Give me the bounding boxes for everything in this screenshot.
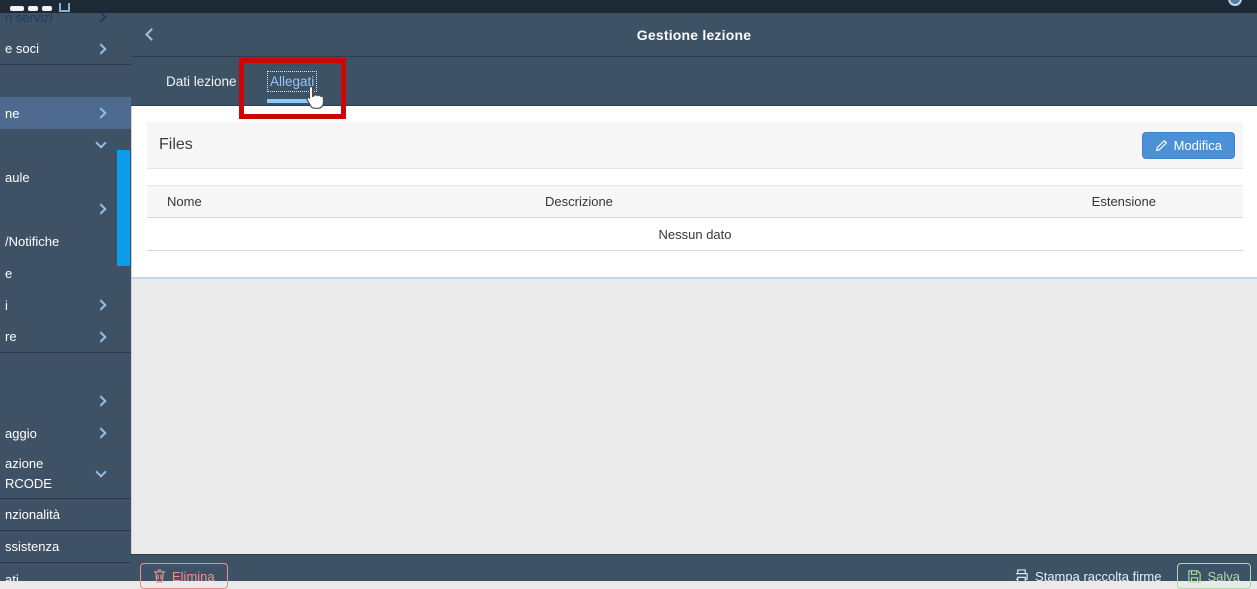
print-signatures-button[interactable]: Stampa raccolta firme: [1014, 569, 1161, 584]
sidebar-item[interactable]: aggio: [0, 417, 131, 449]
pencil-icon: [1155, 139, 1167, 151]
sidebar-item-label: i: [5, 297, 8, 313]
edit-button[interactable]: Modifica: [1141, 131, 1235, 159]
tab-label: Allegati: [266, 71, 318, 92]
active-tab-underline: [267, 99, 313, 103]
save-button[interactable]: Salva: [1177, 563, 1251, 589]
sidebar-item[interactable]: e: [0, 257, 131, 289]
chevron-right-icon: [95, 107, 107, 119]
files-table-header: Nome Descrizione Estensione: [147, 185, 1243, 218]
sidebar-item[interactable]: ati: [0, 563, 131, 582]
sidebar-item-label: ati: [5, 571, 19, 582]
chevron-right-icon: [95, 395, 107, 407]
sidebar-item-label: e soci: [5, 41, 39, 56]
shell-icon: [59, 3, 70, 12]
tab-label: Dati lezione: [166, 74, 237, 89]
sidebar-item[interactable]: e soci: [0, 33, 131, 65]
save-button-label: Salva: [1207, 568, 1240, 584]
sidebar-item[interactable]: aule: [0, 161, 131, 193]
sidebar-item[interactable]: [0, 385, 131, 417]
page-background: [131, 279, 1257, 567]
column-header-estensione: Estensione: [1091, 194, 1156, 209]
sidebar-item[interactable]: ri servizi: [0, 13, 131, 33]
chevron-right-icon: [95, 299, 107, 311]
chevron-right-icon: [95, 427, 107, 439]
sidebar-item-label: ne: [5, 105, 20, 121]
column-header-descrizione: Descrizione: [545, 194, 613, 209]
sidebar-item[interactable]: ssistenza: [0, 531, 131, 563]
sidebar-item-label: ssistenza: [5, 539, 60, 554]
chevron-right-icon: [95, 13, 107, 23]
empty-table-row: Nessun dato: [147, 218, 1243, 251]
tab-dati-lezione[interactable]: Dati lezione: [166, 57, 237, 106]
sidebar-item-label: nzionalità: [5, 507, 60, 522]
user-avatar[interactable]: [1228, 0, 1242, 6]
sidebar-item[interactable]: re: [0, 321, 131, 353]
sidebar-item[interactable]: i: [0, 289, 131, 321]
logo-fragment: [10, 6, 24, 11]
page-header: Gestione lezione: [131, 13, 1257, 57]
sidebar-item-label: e: [5, 265, 13, 281]
print-label: Stampa raccolta firme: [1035, 568, 1162, 584]
sidebar-item-label: azione: [5, 455, 44, 471]
logo-fragment: [28, 6, 38, 11]
chevron-down-icon: [95, 137, 107, 149]
sidebar-item-label: re: [5, 329, 17, 344]
sidebar-scrollbar[interactable]: [117, 150, 130, 266]
sidebar-item-label: /Notifiche: [5, 233, 60, 249]
main-area: Gestione lezione Dati lezione Allegati F…: [131, 13, 1257, 589]
tab-bar: Dati lezione Allegati: [131, 57, 1257, 106]
no-data-text: Nessun dato: [658, 226, 732, 242]
sidebar-item[interactable]: [0, 193, 131, 225]
chevron-left-icon: [145, 28, 158, 41]
sidebar-item-label: ri servizi: [5, 13, 53, 25]
sidebar-item-label: aule: [5, 169, 30, 185]
tab-content: Files Modifica Nome Descrizione Estensio…: [131, 106, 1257, 279]
sidebar-item-label-line2: RCODE: [5, 475, 52, 491]
chevron-right-icon: [95, 330, 107, 343]
page-title: Gestione lezione: [636, 26, 752, 43]
shell-bar: [0, 0, 1257, 13]
back-button[interactable]: [144, 27, 160, 43]
sidebar-item-selected[interactable]: ne: [0, 97, 131, 129]
logo-fragment: [42, 6, 52, 11]
sidebar-navigation: ri servizi e soci ne aule /Notifiche e i…: [0, 13, 131, 581]
delete-button[interactable]: Elimina: [140, 563, 228, 589]
sidebar-item[interactable]: /Notifiche: [0, 225, 131, 257]
column-header-nome: Nome: [167, 194, 202, 209]
sidebar-item[interactable]: [0, 129, 131, 161]
files-panel-title: Files: [159, 136, 193, 153]
delete-button-label: Elimina: [172, 568, 215, 584]
files-panel-header: Files Modifica: [147, 122, 1243, 169]
sidebar-item[interactable]: nzionalità: [0, 499, 131, 531]
chevron-right-icon: [95, 42, 107, 55]
sidebar-item[interactable]: azione RCODE: [0, 449, 131, 499]
chevron-down-icon: [95, 465, 107, 478]
sidebar-item-label: aggio: [5, 425, 37, 441]
chevron-right-icon: [95, 203, 107, 215]
footer-toolbar: Elimina Stampa raccolta firme Salva: [131, 554, 1257, 589]
edit-button-label: Modifica: [1173, 137, 1222, 153]
